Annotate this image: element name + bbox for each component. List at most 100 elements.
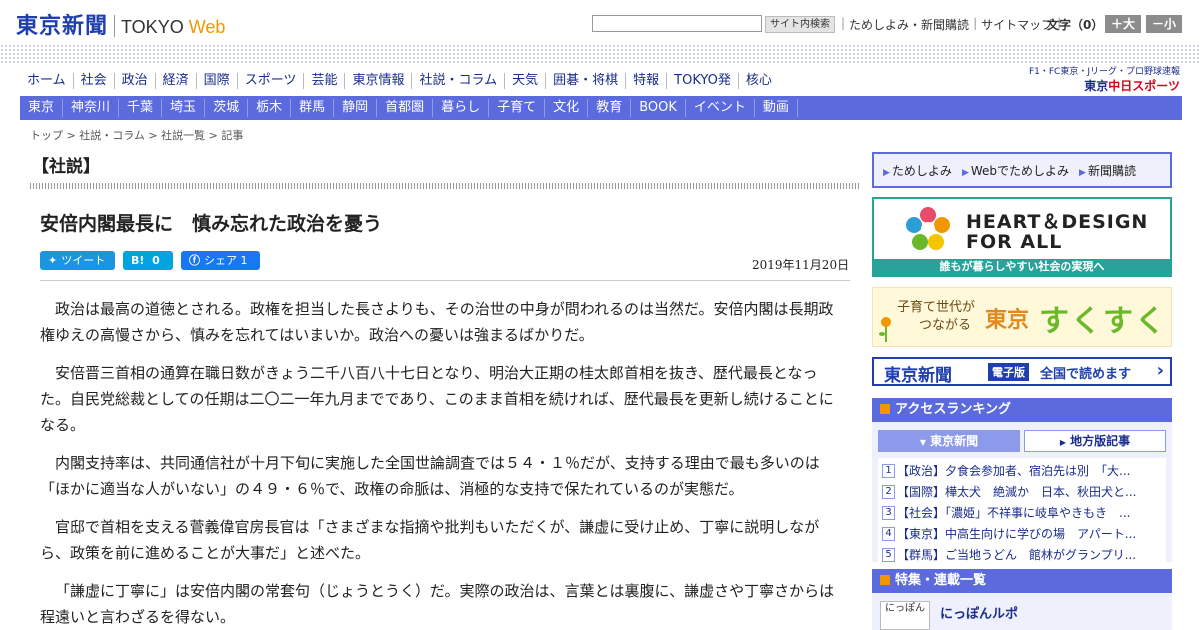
nav-economy[interactable]: 経済 [154, 73, 196, 89]
triangle-right-icon: ▶ [961, 167, 969, 178]
subscribe-link[interactable]: ▶ 新聞購読 [1074, 162, 1141, 179]
nav-parenting[interactable]: 子育て [489, 99, 546, 117]
site-logo[interactable]: 東京新聞 TOKYO Web [16, 8, 225, 40]
nav-tokyo-info[interactable]: 東京情報 [344, 73, 411, 89]
chunichi-sports-link[interactable]: F1・FC東京・Jリーグ・プロ野球速報 東京中日スポーツ [1020, 64, 1180, 94]
logo-tokyo-shimbun: 東京新聞 [16, 13, 109, 39]
ranking-item[interactable]: 1 【政治】夕食会参加者、宿泊先は別 「大... [882, 460, 1162, 481]
nippon-repo-thumbnail[interactable]: にっぽん [880, 601, 930, 630]
nav-region-ibaraki[interactable]: 茨城 [205, 99, 249, 117]
font-size-increase-button[interactable]: ＋大 [1105, 15, 1141, 33]
nav-region-tochigi[interactable]: 栃木 [248, 99, 292, 117]
nav-politics[interactable]: 政治 [113, 73, 155, 89]
special-features-header: 特集・連載一覧 [872, 569, 1172, 593]
logo-tokyo: TOKYO [121, 17, 184, 37]
nav-event[interactable]: イベント [686, 99, 755, 117]
heart-design-banner[interactable]: HEART＆DESIGN FOR ALL 誰もが暮らしやすい社会の実現へ [872, 197, 1172, 277]
trial-read-label: ためしよみ [891, 163, 952, 178]
subscription-links: ▶ ためしよみ ▶ Webでためしよみ ▶ 新聞購読 [872, 152, 1172, 188]
nav-tokyo-hatsu[interactable]: TOKYO発 [666, 73, 738, 89]
nav-entertainment[interactable]: 芸能 [303, 73, 344, 89]
tweet-button[interactable]: ✦ ツイート [40, 251, 115, 270]
web-trial-read-link[interactable]: ▶ Webでためしよみ [957, 162, 1074, 179]
tab-local-articles[interactable]: ▶ 地方版記事 [1024, 430, 1166, 452]
rank-title: 【政治】夕食会参加者、宿泊先は別 「大... [897, 464, 1131, 478]
header-link-trial-subscribe[interactable]: ためしよみ・新聞購読 [849, 16, 969, 33]
ranking-item[interactable]: 4 【東京】中高生向けに学びの場 アパート... [882, 523, 1162, 544]
breadcrumb-top[interactable]: トップ [30, 129, 63, 142]
epaper-badge: 電子版 [988, 363, 1029, 381]
ranking-item[interactable]: 2 【国際】樺太犬 絶滅か 日本、秋田犬と... [882, 481, 1162, 502]
header-link-divider: | [973, 16, 978, 30]
nav-region-shizuoka[interactable]: 静岡 [334, 99, 378, 117]
nav-international[interactable]: 国際 [195, 73, 237, 89]
article-date: 2019年11月20日 [752, 258, 850, 272]
hatena-bookmark-button[interactable]: B! 0 [123, 251, 173, 270]
nav-go-shogi[interactable]: 囲碁・将棋 [545, 73, 625, 89]
rank-title: 【国際】樺太犬 絶滅か 日本、秋田犬と... [897, 485, 1137, 499]
rank-number: 4 [882, 526, 895, 541]
nav-weather[interactable]: 天気 [504, 73, 545, 89]
article-paragraph: 安倍晋三首相の通算在職日数がきょう二千八百八十七日となり、明治大正期の桂太郎首相… [40, 364, 834, 434]
nav-region-tokyo[interactable]: 東京 [20, 99, 64, 117]
header-link-divider: | [841, 16, 846, 30]
header-links: | ためしよみ・新聞購読 | サイトマップ | [837, 16, 1065, 33]
nav-home[interactable]: ホーム [20, 73, 73, 89]
article-category: 【社説】 [32, 157, 100, 177]
triangle-right-icon: ▶ [1079, 167, 1086, 178]
nav-editorial-column[interactable]: 社説・コラム [411, 73, 504, 89]
rank-title: 【社会】「濃姫」不祥事に岐阜やきもき ... [897, 506, 1131, 520]
twitter-bird-icon: ✦ [48, 254, 58, 267]
nav-sports[interactable]: スポーツ [236, 73, 304, 89]
nippon-repo-link[interactable]: にっぽんルポ [940, 603, 1018, 622]
nav-region-kanagawa[interactable]: 神奈川 [63, 99, 120, 117]
tokyo-sukusuku-banner[interactable]: 子育て世代が つながる 東京 すくすく [872, 287, 1172, 347]
sukusuku-tagline-1: 子育て世代が [897, 300, 976, 315]
hatena-b-icon: B! [131, 254, 145, 267]
trial-read-link[interactable]: ▶ ためしよみ [878, 162, 957, 179]
chunichi-logo: 東京中日スポーツ [1020, 77, 1180, 94]
tab-tokyo-shimbun[interactable]: ▼ 東京新聞 [878, 430, 1020, 452]
logo-web: Web [188, 17, 226, 37]
site-search-button[interactable]: サイト内検索 [765, 16, 835, 33]
nav-culture[interactable]: 文化 [545, 99, 589, 117]
nav-video[interactable]: 動画 [755, 99, 798, 117]
hatena-count: 0 [152, 254, 160, 267]
breadcrumb-editorial-column[interactable]: 社説・コラム [79, 129, 145, 142]
article-paragraph: 「謙虚に丁寧に」は安倍内閣の常套句（じょうとうく）だ。実際の政治は、言葉とは裏腹… [40, 582, 835, 626]
font-size-decrease-button[interactable]: －小 [1146, 15, 1182, 33]
header-dot-pattern [0, 44, 1200, 64]
nav-metropolitan[interactable]: 首都圏 [377, 99, 434, 117]
nav-kakushin[interactable]: 核心 [737, 73, 779, 89]
main-nav: ホーム 社会 政治 経済 国際 スポーツ 芸能 東京情報 社説・コラム 天気 囲… [20, 70, 779, 92]
ranking-title: アクセスランキング [895, 402, 1011, 417]
epaper-banner[interactable]: 東京新聞 電子版 全国で読めます › [872, 357, 1172, 386]
nav-book[interactable]: BOOK [631, 99, 686, 117]
epaper-logo: 東京新聞 [884, 366, 952, 386]
web-trial-read-label: Webでためしよみ [970, 163, 1070, 178]
nav-tokuho[interactable]: 特報 [625, 73, 666, 89]
subscribe-label: 新聞購読 [1087, 163, 1136, 178]
breadcrumb-article: 記事 [221, 129, 244, 142]
ranking-item[interactable]: 5 【群馬】ご当地うどん 館林がグランプリ... [882, 544, 1162, 565]
nav-living[interactable]: 暮らし [433, 99, 490, 117]
article-paragraph: 政治は最高の道徳とされる。政権を担当した長さよりも、その治世の中身が問われるのは… [40, 300, 834, 344]
nav-society[interactable]: 社会 [72, 73, 114, 89]
square-bullet-icon [880, 404, 890, 414]
tweet-label: ツイート [61, 254, 106, 267]
breadcrumb-editorial-list[interactable]: 社説一覧 [161, 129, 205, 142]
search-input[interactable] [592, 15, 762, 32]
nav-region-saitama[interactable]: 埼玉 [162, 99, 206, 117]
nav-education[interactable]: 教育 [588, 99, 632, 117]
nav-region-chiba[interactable]: 千葉 [119, 99, 163, 117]
header-link-sitemap[interactable]: サイトマップ [981, 16, 1053, 33]
special-features-panel: にっぽん にっぽんルポ [872, 593, 1172, 630]
facebook-share-button[interactable]: ⓕ シェア 1 [181, 251, 260, 270]
square-bullet-icon [880, 575, 890, 585]
article-paragraph: 官邸で首相を支える菅義偉官房長官は「さまざまな指摘や批判もいただくが、謙虚に受け… [40, 518, 820, 562]
ranking-item[interactable]: 3 【社会】「濃姫」不祥事に岐阜やきもき ... [882, 502, 1162, 523]
nav-region-gunma[interactable]: 群馬 [291, 99, 335, 117]
chunichi-name: 中日スポーツ [1108, 79, 1180, 93]
chunichi-prefix: 東京 [1084, 79, 1109, 93]
breadcrumb-separator: > [63, 129, 80, 142]
